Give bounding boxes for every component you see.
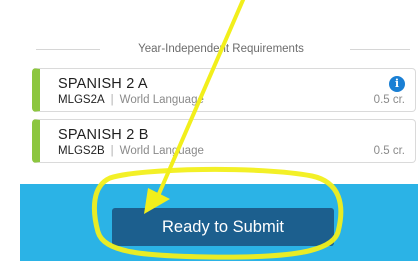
page: Year-Independent Requirements SPANISH 2 … — [0, 0, 418, 261]
section-divider: Year-Independent Requirements — [20, 40, 418, 58]
course-category: World Language — [119, 145, 204, 157]
course-card-spanish-2a[interactable]: SPANISH 2 A MLGS2A | World Language i 0.5 … — [32, 68, 416, 112]
course-meta: MLGS2B | World Language — [58, 144, 204, 158]
meta-separator: | — [110, 94, 114, 106]
course-card-spanish-2b[interactable]: SPANISH 2 B MLGS2B | World Language 0.5 cr… — [32, 119, 416, 163]
course-code: MLGS2A — [58, 94, 105, 106]
info-icon[interactable]: i — [389, 76, 405, 92]
course-credits: 0.5 cr. — [373, 94, 405, 106]
course-title: SPANISH 2 B — [58, 127, 149, 143]
meta-separator: | — [110, 145, 114, 157]
divider-line-right — [350, 49, 410, 50]
course-title: SPANISH 2 A — [58, 76, 148, 92]
ready-to-submit-button[interactable]: Ready to Submit — [112, 208, 334, 246]
course-meta: MLGS2A | World Language — [58, 93, 204, 107]
course-code: MLGS2B — [58, 145, 105, 157]
course-category: World Language — [119, 94, 204, 106]
course-credits: 0.5 cr. — [373, 145, 405, 157]
